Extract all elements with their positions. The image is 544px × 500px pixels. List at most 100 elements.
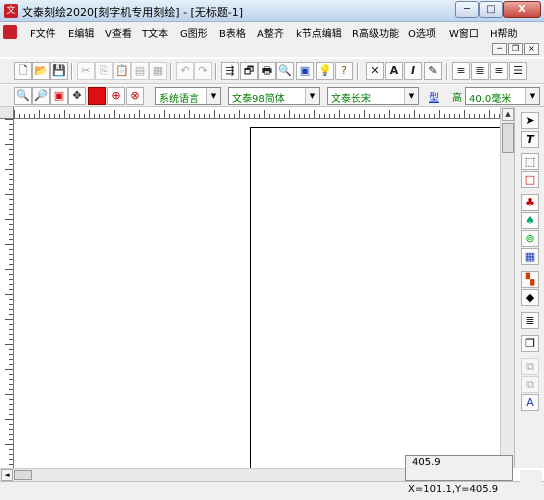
- toolbar-separator: [170, 63, 172, 80]
- doc-close-button[interactable]: ×: [524, 43, 539, 55]
- zoom-out-icon[interactable]: 🔎: [32, 87, 50, 105]
- chevron-down-icon[interactable]: ▼: [206, 88, 220, 104]
- node-tool-icon[interactable]: ✕: [366, 62, 384, 80]
- menu-view[interactable]: V查看: [105, 25, 132, 40]
- new-file-icon[interactable]: 🗋: [14, 62, 32, 80]
- color-palette-icon[interactable]: ▚: [521, 271, 539, 288]
- align-right-icon[interactable]: ≡: [490, 62, 508, 80]
- open-folder-icon[interactable]: 📂: [32, 62, 50, 80]
- chevron-down-icon[interactable]: ▼: [525, 88, 539, 104]
- drawing-canvas[interactable]: ▲: [0, 107, 514, 472]
- menu-file[interactable]: F文件: [30, 25, 56, 40]
- menu-table[interactable]: B表格: [219, 25, 246, 40]
- print-preview-icon[interactable]: 🔍: [276, 62, 294, 80]
- minimize-button[interactable]: ─: [455, 1, 479, 18]
- doc-restore-button[interactable]: ❐: [508, 43, 523, 55]
- scroll-thumb[interactable]: [502, 123, 514, 153]
- scroll-thumb[interactable]: [14, 470, 32, 480]
- menu-options[interactable]: O选项: [408, 25, 436, 40]
- copy-icon[interactable]: ⎘: [95, 62, 113, 80]
- save-icon[interactable]: 💾: [50, 62, 68, 80]
- ruler-tick: [459, 114, 460, 118]
- menu-node-edit[interactable]: k节点编辑: [296, 25, 342, 40]
- language-select[interactable]: 系统语言 ▼: [155, 87, 221, 105]
- redo-icon[interactable]: ↷: [194, 62, 212, 80]
- menu-advanced[interactable]: R高级功能: [352, 25, 399, 40]
- zoom-in-icon[interactable]: 🔍: [14, 87, 32, 105]
- edit-text-icon[interactable]: ✎: [424, 62, 442, 80]
- menu-window[interactable]: W窗口: [449, 25, 479, 40]
- ruler-tick: [9, 359, 13, 360]
- rectangle-tool-icon[interactable]: □: [521, 171, 539, 188]
- select-arrow-icon[interactable]: ➤: [521, 112, 539, 129]
- output-icon[interactable]: 🗗: [240, 62, 258, 80]
- list-icon[interactable]: ≣: [521, 312, 539, 329]
- standard-toolbar: 🗋 📂 💾 ✂ ⎘ 📋 ▤ ▦ ↶ ↷ ⇶ 🗗 🖶 🔍 ▣ 💡 ? ✕ A I …: [0, 58, 544, 84]
- shape-tool-icon[interactable]: ♠: [521, 212, 539, 229]
- menu-text[interactable]: T文本: [142, 25, 168, 40]
- paste-icon[interactable]: 📋: [113, 62, 131, 80]
- pan-icon[interactable]: ✥: [68, 87, 86, 105]
- text-box-icon[interactable]: A: [385, 62, 403, 80]
- align-center-icon[interactable]: ≣: [471, 62, 489, 80]
- fill-tool-icon[interactable]: ♣: [521, 194, 539, 211]
- chevron-down-icon[interactable]: ▼: [404, 88, 418, 104]
- group-tool-icon[interactable]: ⧉: [521, 358, 539, 375]
- clone-icon[interactable]: ▦: [149, 62, 167, 80]
- height-select[interactable]: 40.0毫米 ▼: [465, 87, 540, 105]
- menu-edit[interactable]: E编辑: [68, 25, 94, 40]
- menu-graphics[interactable]: G图形: [180, 25, 208, 40]
- ruler-tick: [9, 439, 13, 440]
- paste-special-icon[interactable]: ▤: [131, 62, 149, 80]
- scroll-up-icon[interactable]: ▲: [502, 108, 514, 121]
- align-left-icon[interactable]: ≡: [452, 62, 470, 80]
- close-button[interactable]: X: [503, 1, 541, 18]
- resize-grip-icon[interactable]: [520, 470, 542, 498]
- font-style-button[interactable]: 型: [429, 89, 439, 104]
- document-icon[interactable]: [3, 25, 17, 39]
- import-icon[interactable]: ⇶: [221, 62, 239, 80]
- doc-minimize-button[interactable]: ─: [492, 43, 507, 55]
- chevron-down-icon[interactable]: ▼: [305, 88, 319, 104]
- menu-align[interactable]: A整齐: [257, 25, 284, 40]
- undo-icon[interactable]: ↶: [176, 62, 194, 80]
- ruler-tick: [9, 154, 13, 155]
- ruler-tick: [9, 379, 13, 380]
- chinese-font-select[interactable]: 文泰98简体 ▼: [228, 87, 320, 105]
- english-font-value: 文泰长宋: [331, 94, 371, 105]
- ellipse-tool-icon[interactable]: ⊚: [521, 230, 539, 247]
- ruler-tick: [5, 169, 13, 170]
- ab-text-icon[interactable]: A: [521, 394, 539, 411]
- cut-plot-icon[interactable]: ▣: [296, 62, 314, 80]
- ruler-tick: [349, 114, 350, 118]
- document-tool-icon[interactable]: ❐: [521, 335, 539, 352]
- ruler-tick: [5, 194, 13, 195]
- justify-icon[interactable]: ☰: [509, 62, 527, 80]
- italic-icon[interactable]: I: [404, 62, 422, 80]
- ungroup-tool-icon[interactable]: ⧉: [521, 376, 539, 393]
- table-tool-icon[interactable]: ▦: [521, 248, 539, 265]
- english-font-select[interactable]: 文泰长宋 ▼: [327, 87, 419, 105]
- color-swatch-icon[interactable]: [88, 87, 106, 105]
- ruler-tick: [44, 114, 45, 118]
- light-bulb-icon[interactable]: 💡: [316, 62, 334, 80]
- ruler-tick: [9, 459, 13, 460]
- ruler-tick: [9, 464, 13, 465]
- scroll-left-icon[interactable]: ◄: [1, 469, 13, 481]
- maximize-button[interactable]: □: [479, 1, 503, 18]
- zoom-all-icon[interactable]: ⊗: [126, 87, 144, 105]
- menu-help[interactable]: H帮助: [490, 25, 518, 40]
- horizontal-scrollbar[interactable]: ◄: [0, 468, 405, 481]
- cut-icon[interactable]: ✂: [77, 62, 95, 80]
- vertical-scrollbar[interactable]: ▲: [500, 107, 514, 468]
- paint-bucket-icon[interactable]: ◆: [521, 289, 539, 306]
- print-icon[interactable]: 🖶: [258, 62, 276, 80]
- zoom-page-icon[interactable]: ▣: [50, 87, 68, 105]
- help-icon[interactable]: ?: [335, 62, 353, 80]
- node-edit-icon[interactable]: ⬚: [521, 153, 539, 170]
- ruler-tick: [9, 304, 13, 305]
- text-tool-icon[interactable]: T: [521, 131, 539, 148]
- ruler-tick: [9, 314, 13, 315]
- zoom-selection-icon[interactable]: ⊕: [107, 87, 125, 105]
- ruler-tick: [144, 114, 145, 118]
